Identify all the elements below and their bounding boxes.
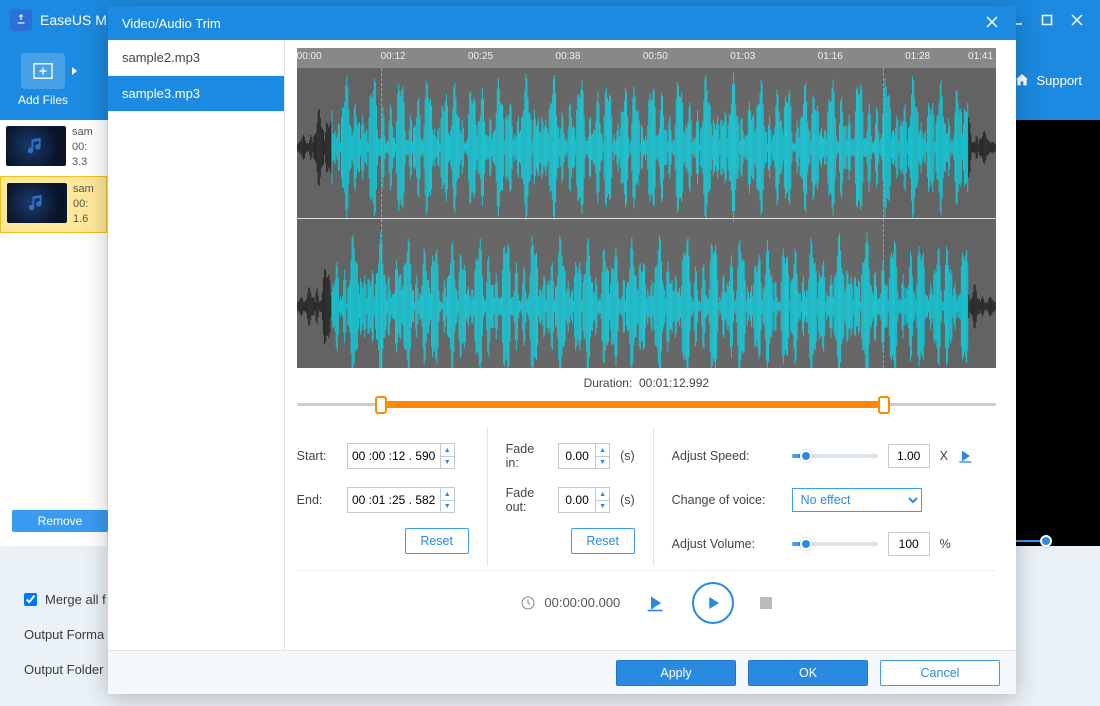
output-format-label: Output Forma bbox=[24, 627, 104, 642]
file-item[interactable]: sam00:3.3 bbox=[0, 120, 107, 176]
preview-speed-button[interactable] bbox=[958, 446, 978, 466]
dialog-title: Video/Audio Trim bbox=[122, 16, 221, 31]
output-folder-label: Output Folder bbox=[24, 662, 104, 677]
audio-thumb-icon bbox=[7, 183, 67, 223]
add-files-button[interactable]: Add Files bbox=[18, 53, 68, 107]
speed-label: Adjust Speed: bbox=[672, 449, 782, 463]
dialog-titlebar: Video/Audio Trim bbox=[108, 6, 1016, 40]
remove-button[interactable]: Remove bbox=[12, 510, 108, 532]
speed-value-input[interactable] bbox=[888, 444, 930, 468]
waveform-selection bbox=[381, 68, 885, 368]
ok-button[interactable]: OK bbox=[748, 660, 868, 686]
spin-up-icon[interactable]: ▲ bbox=[441, 444, 454, 456]
cancel-button[interactable]: Cancel bbox=[880, 660, 1000, 686]
file-item[interactable]: sam00:1.6 bbox=[0, 176, 107, 234]
play-icon bbox=[704, 594, 722, 612]
voice-label: Change of voice: bbox=[672, 493, 782, 507]
spin-down-icon[interactable]: ▼ bbox=[441, 456, 454, 468]
play-button[interactable] bbox=[692, 582, 734, 624]
spin-down-icon[interactable]: ▼ bbox=[441, 500, 454, 512]
trim-start-handle[interactable] bbox=[375, 396, 387, 414]
dialog-footer: Apply OK Cancel bbox=[108, 650, 1016, 694]
spin-up-icon[interactable]: ▲ bbox=[596, 444, 609, 456]
apply-button[interactable]: Apply bbox=[616, 660, 736, 686]
end-label: End: bbox=[297, 493, 337, 507]
dialog-close-button[interactable] bbox=[982, 12, 1002, 35]
spin-up-icon[interactable]: ▲ bbox=[596, 488, 609, 500]
start-label: Start: bbox=[297, 449, 337, 463]
preview-slider-knob[interactable] bbox=[1040, 535, 1052, 547]
stop-button[interactable] bbox=[760, 597, 772, 609]
trim-dialog: Video/Audio Trim sample2.mp3 sample3.mp3… bbox=[108, 6, 1016, 694]
clock-icon bbox=[520, 595, 536, 611]
fadeout-label: Fade out: bbox=[506, 486, 548, 514]
volume-value-input[interactable] bbox=[888, 532, 930, 556]
trim-file-item[interactable]: sample3.mp3 bbox=[108, 76, 284, 112]
add-files-label: Add Files bbox=[18, 93, 68, 107]
home-icon bbox=[1014, 72, 1030, 88]
fadein-label: Fade in: bbox=[506, 442, 548, 470]
reset-fade-button[interactable]: Reset bbox=[571, 528, 635, 554]
play-from-start-button[interactable] bbox=[646, 593, 666, 613]
end-time-input[interactable]: ▲▼ bbox=[347, 487, 455, 513]
fadein-input[interactable]: ▲▼ bbox=[558, 443, 610, 469]
reset-time-button[interactable]: Reset bbox=[405, 528, 469, 554]
support-button[interactable]: Support bbox=[1014, 72, 1082, 88]
speed-slider[interactable] bbox=[792, 454, 878, 458]
app-logo-icon bbox=[10, 9, 32, 31]
main-close-button[interactable] bbox=[1064, 7, 1090, 33]
waveform-ruler: 00:00 00:12 00:25 00:38 00:50 01:03 01:1… bbox=[297, 48, 996, 68]
merge-checkbox[interactable] bbox=[24, 593, 37, 606]
trim-file-list: sample2.mp3 sample3.mp3 bbox=[108, 40, 285, 650]
fadeout-input[interactable]: ▲▼ bbox=[558, 487, 610, 513]
trim-range-bar bbox=[297, 396, 996, 414]
trim-file-item[interactable]: sample2.mp3 bbox=[108, 40, 284, 76]
voice-select[interactable]: No effect bbox=[792, 488, 922, 512]
volume-slider[interactable] bbox=[792, 542, 878, 546]
duration-readout: Duration: 00:01:12.992 bbox=[297, 368, 996, 394]
merge-label: Merge all f bbox=[45, 592, 106, 607]
start-time-input[interactable]: ▲▼ bbox=[347, 443, 455, 469]
spin-down-icon[interactable]: ▼ bbox=[596, 500, 609, 512]
volume-label: Adjust Volume: bbox=[672, 537, 782, 551]
trim-end-handle[interactable] bbox=[878, 396, 890, 414]
audio-thumb-icon bbox=[6, 126, 66, 166]
support-label: Support bbox=[1036, 73, 1082, 88]
playback-time: 00:00:00.000 bbox=[520, 595, 620, 611]
waveform-display[interactable] bbox=[297, 68, 996, 368]
spin-down-icon[interactable]: ▼ bbox=[596, 456, 609, 468]
spin-up-icon[interactable]: ▲ bbox=[441, 488, 454, 500]
main-maximize-button[interactable] bbox=[1034, 7, 1060, 33]
